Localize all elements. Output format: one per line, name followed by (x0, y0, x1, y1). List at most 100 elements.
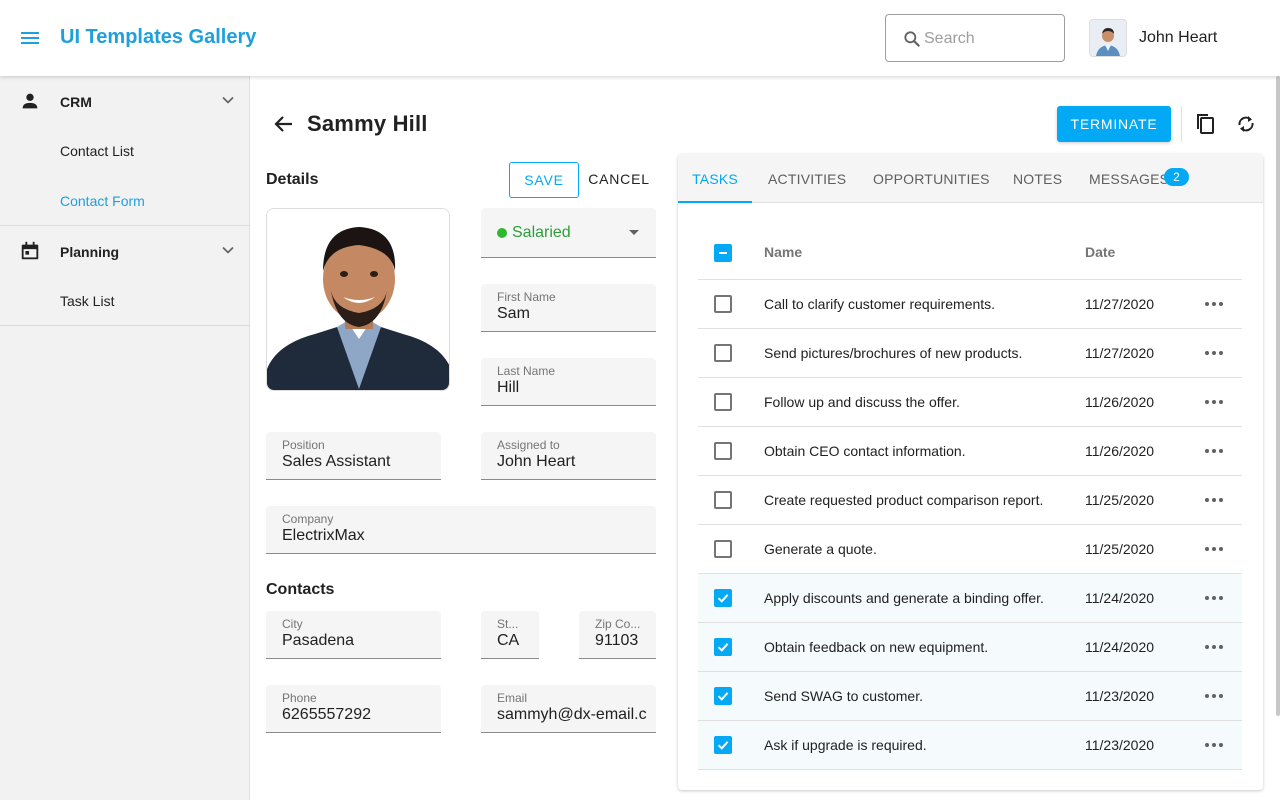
task-name: Call to clarify customer requirements. (764, 296, 996, 312)
save-button[interactable]: SAVE (509, 162, 579, 198)
field-label: Assigned to (497, 438, 560, 452)
table-row[interactable]: Generate a quote. 11/25/2020 (698, 525, 1242, 574)
table-row[interactable]: Obtain feedback on new equipment. 11/24/2… (698, 623, 1242, 672)
contact-photo (266, 208, 450, 391)
search-input[interactable] (924, 27, 1054, 51)
task-checkbox[interactable] (714, 393, 732, 411)
field-label: Position (282, 438, 325, 452)
search-box[interactable] (885, 14, 1065, 62)
page-scrollbar[interactable] (1276, 76, 1280, 716)
hamburger-menu-icon[interactable] (18, 26, 42, 50)
tab-notes[interactable]: NOTES (1013, 154, 1062, 203)
sidebar-item-label: Contact Form (60, 193, 145, 209)
more-options-icon[interactable] (1202, 539, 1226, 559)
sidebar-item-label: Contact List (60, 143, 134, 159)
task-date: 11/26/2020 (1085, 443, 1155, 459)
table-row[interactable]: Call to clarify customer requirements. 11… (698, 280, 1242, 329)
sidebar-group-planning[interactable]: Planning (0, 226, 250, 276)
sidebar-item-task-list[interactable]: Task List (0, 276, 250, 326)
user-name[interactable]: John Heart (1139, 29, 1217, 47)
tab-activities[interactable]: ACTIVITIES (768, 154, 846, 203)
task-date: 11/25/2020 (1085, 492, 1155, 508)
more-options-icon[interactable] (1202, 343, 1226, 363)
task-date: 11/23/2020 (1085, 688, 1155, 704)
state-field[interactable]: St... CA (481, 611, 539, 659)
more-options-icon[interactable] (1202, 686, 1226, 706)
more-options-icon[interactable] (1202, 441, 1226, 461)
status-select[interactable]: Salaried (481, 208, 656, 258)
task-date: 11/27/2020 (1085, 345, 1155, 361)
task-name: Send SWAG to customer. (764, 688, 923, 704)
last-name-field[interactable]: Last Name Hill (481, 358, 656, 406)
email-field[interactable]: Email sammyh@dx-email.c (481, 685, 656, 733)
column-header-date[interactable]: Date (1085, 244, 1115, 260)
field-label: Email (497, 691, 528, 705)
task-checkbox[interactable] (714, 589, 732, 607)
city-field[interactable]: City Pasadena (266, 611, 441, 659)
table-row[interactable]: Obtain CEO contact information. 11/26/202… (698, 427, 1242, 476)
terminate-button[interactable]: TERMINATE (1057, 106, 1171, 142)
tasks-table-header: Name Date (698, 226, 1242, 280)
back-arrow-icon[interactable] (272, 112, 296, 136)
tab-tasks[interactable]: TASKS (678, 154, 752, 203)
first-name-field[interactable]: First Name Sam (481, 284, 656, 332)
task-checkbox[interactable] (714, 442, 732, 460)
sidebar-group-crm[interactable]: CRM (0, 76, 250, 126)
task-name: Ask if upgrade is required. (764, 737, 927, 753)
more-options-icon[interactable] (1202, 735, 1226, 755)
table-row[interactable]: Ask if upgrade is required. 11/23/2020 (698, 721, 1242, 770)
column-header-name[interactable]: Name (764, 244, 802, 260)
field-label: Phone (282, 691, 317, 705)
field-label: Last Name (497, 364, 556, 378)
page-title: Sammy Hill (307, 111, 428, 136)
assigned-to-field[interactable]: Assigned to John Heart (481, 432, 656, 480)
sidebar-item-contact-list[interactable]: Contact List (0, 126, 250, 176)
sidebar-item-contact-form[interactable]: Contact Form (0, 176, 250, 226)
task-checkbox[interactable] (714, 736, 732, 754)
more-options-icon[interactable] (1202, 294, 1226, 314)
table-row[interactable]: Follow up and discuss the offer. 11/26/20… (698, 378, 1242, 427)
field-label: St... (497, 617, 519, 631)
task-checkbox[interactable] (714, 344, 732, 362)
position-field[interactable]: Position Sales Assistant (266, 432, 441, 480)
app-header: UI Templates Gallery John Heart (0, 0, 1280, 76)
task-name: Follow up and discuss the offer. (764, 394, 960, 410)
field-label: City (282, 617, 303, 631)
task-date: 11/24/2020 (1085, 590, 1155, 606)
field-label: First Name (497, 290, 556, 304)
copy-icon[interactable] (1193, 112, 1217, 136)
zip-code-field[interactable]: Zip Co... 91103 (579, 611, 656, 659)
field-value: Sales Assistant (282, 453, 391, 470)
table-row[interactable]: Send SWAG to customer. 11/23/2020 (698, 672, 1242, 721)
more-options-icon[interactable] (1202, 490, 1226, 510)
task-checkbox[interactable] (714, 295, 732, 313)
app-title: UI Templates Gallery (60, 26, 257, 48)
select-all-checkbox[interactable] (714, 244, 732, 262)
table-row[interactable]: Send pictures/brochures of new products.… (698, 329, 1242, 378)
more-options-icon[interactable] (1202, 637, 1226, 657)
more-options-icon[interactable] (1202, 392, 1226, 412)
cancel-button[interactable]: CANCEL (583, 162, 655, 198)
task-checkbox[interactable] (714, 638, 732, 656)
task-checkbox[interactable] (714, 540, 732, 558)
dropdown-caret-icon (629, 230, 639, 235)
task-checkbox[interactable] (714, 687, 732, 705)
chevron-down-icon (218, 240, 238, 260)
messages-count-badge: 2 (1164, 168, 1189, 186)
sidebar-group-label: Planning (60, 244, 120, 260)
refresh-icon[interactable] (1234, 112, 1258, 136)
user-avatar[interactable] (1090, 20, 1126, 56)
tab-opportunities[interactable]: OPPORTUNITIES (873, 154, 990, 203)
tab-messages[interactable]: MESSAGES (1089, 154, 1169, 203)
table-row[interactable]: Apply discounts and generate a binding o… (698, 574, 1242, 623)
task-name: Send pictures/brochures of new products. (764, 345, 1023, 361)
task-name: Create requested product comparison repo… (764, 492, 1044, 508)
status-dot-icon (497, 228, 507, 238)
more-options-icon[interactable] (1202, 588, 1226, 608)
task-checkbox[interactable] (714, 491, 732, 509)
company-field[interactable]: Company ElectrixMax (266, 506, 656, 554)
task-date: 11/26/2020 (1085, 394, 1155, 410)
table-row[interactable]: Create requested product comparison repo… (698, 476, 1242, 525)
phone-field[interactable]: Phone 6265557292 (266, 685, 441, 733)
details-title: Details (266, 171, 319, 188)
